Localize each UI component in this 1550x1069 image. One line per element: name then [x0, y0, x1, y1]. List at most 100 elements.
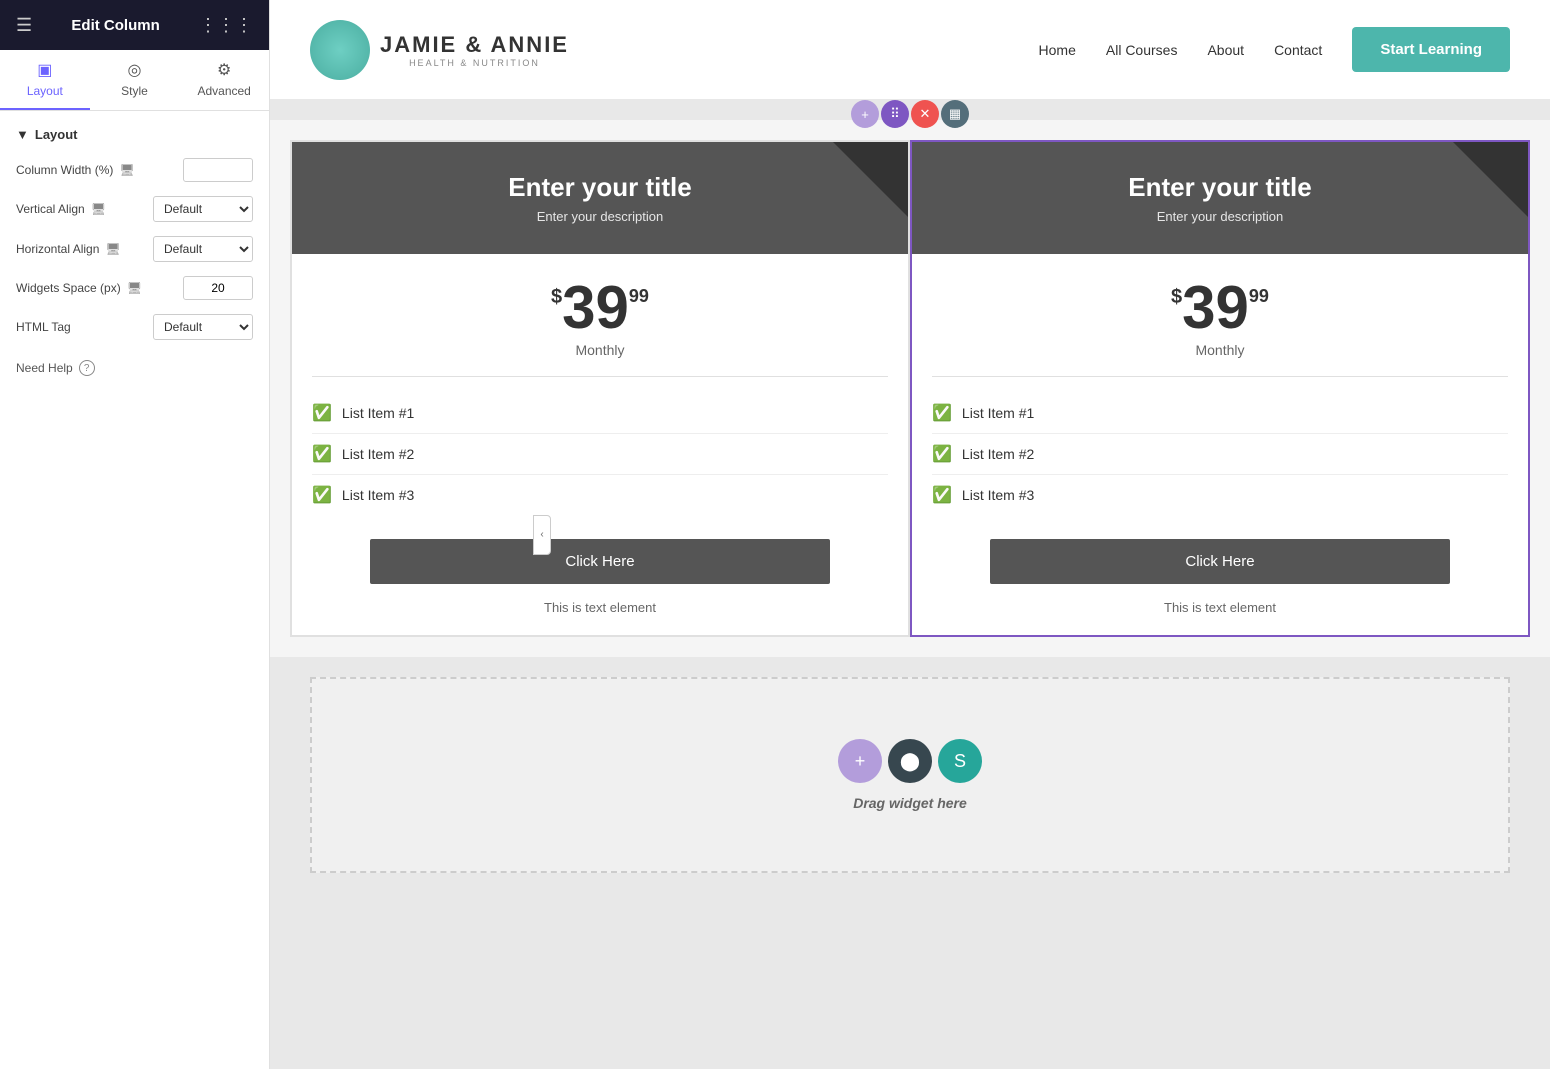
- card-2-footer: This is text element: [912, 600, 1528, 635]
- top-bar: ☰ Edit Column ⋮⋮⋮: [0, 0, 269, 50]
- layout-section-label: Layout: [35, 127, 78, 142]
- add-widget-button[interactable]: +: [838, 739, 882, 783]
- card-2-dollar: $: [1171, 286, 1182, 309]
- card-2-period: Monthly: [932, 342, 1508, 358]
- empty-section: + ⬤ S Drag widget here: [310, 677, 1510, 873]
- toolbar-close-button[interactable]: ✕: [911, 100, 939, 128]
- card-1-btn-area: Click Here: [292, 523, 908, 600]
- vertical-align-label: Vertical Align 🖥: [16, 202, 145, 216]
- card-1-price-area: $ 39 99 Monthly: [292, 254, 908, 368]
- canvas-area: JAMIE & ANNIE HEALTH & NUTRITION Home Al…: [270, 0, 1550, 1069]
- tabs-bar: ▣ Layout ◎ Style ⚙ Advanced: [0, 50, 269, 111]
- column-width-row: Column Width (%) 🖥: [16, 158, 253, 182]
- list-item-6-text: List Item #3: [962, 487, 1034, 503]
- card-2-divider: [932, 376, 1508, 377]
- card-2-btn-area: Click Here: [912, 523, 1528, 600]
- logo-title: JAMIE & ANNIE: [380, 32, 569, 58]
- horizontal-align-label: Horizontal Align 🖥: [16, 242, 145, 256]
- card-2-cta-button[interactable]: Click Here: [990, 539, 1451, 584]
- tab-advanced-label: Advanced: [197, 84, 250, 98]
- nav-link-courses[interactable]: All Courses: [1106, 42, 1178, 58]
- card-2-price-area: $ 39 99 Monthly: [912, 254, 1528, 368]
- widget-type-button[interactable]: S: [938, 739, 982, 783]
- empty-section-wrapper: + ⬤ S Drag widget here: [270, 657, 1550, 893]
- need-help[interactable]: Need Help ?: [16, 360, 253, 376]
- html-tag-select[interactable]: Default: [153, 314, 253, 340]
- nav-links: Home All Courses About Contact Start Lea…: [1039, 27, 1510, 72]
- floating-toolbar: + ⠿ ✕ ▦: [851, 100, 969, 128]
- card-1-cta-button[interactable]: Click Here: [370, 539, 831, 584]
- tab-style-label: Style: [121, 84, 148, 98]
- nav-link-home[interactable]: Home: [1039, 42, 1076, 58]
- widgets-space-row: Widgets Space (px) 🖥: [16, 276, 253, 300]
- drag-widget-label: Drag widget here: [332, 795, 1488, 811]
- need-help-label: Need Help: [16, 361, 73, 375]
- check-icon-2: ✅: [312, 444, 332, 464]
- toolbar-add-button[interactable]: +: [851, 100, 879, 128]
- card-1-footer: This is text element: [292, 600, 908, 635]
- section-arrow-icon: ▼: [16, 127, 29, 142]
- panel-content: ▼ Layout Column Width (%) 🖥 Vertical Ali…: [0, 111, 269, 1069]
- tab-layout[interactable]: ▣ Layout: [0, 50, 90, 110]
- card-1-title: Enter your title: [312, 172, 888, 203]
- widgets-space-input[interactable]: [183, 276, 253, 300]
- responsive-icon-w: 🖥: [127, 281, 142, 295]
- layout-section-header[interactable]: ▼ Layout: [16, 127, 253, 142]
- drag-icons: + ⬤ S: [332, 739, 1488, 783]
- card-1-header: Enter your title Enter your description …: [292, 142, 908, 254]
- list-item-3-text: List Item #3: [342, 487, 414, 503]
- list-item-2-text: List Item #2: [342, 446, 414, 462]
- list-item-4-text: List Item #1: [962, 405, 1034, 421]
- logo-text-area: JAMIE & ANNIE HEALTH & NUTRITION: [380, 32, 569, 68]
- pricing-section: + ⠿ ✕ ▦ Enter your title Enter your desc…: [270, 120, 1550, 657]
- panel-collapse-button[interactable]: ‹: [533, 515, 551, 555]
- check-icon-1: ✅: [312, 403, 332, 423]
- left-panel: ☰ Edit Column ⋮⋮⋮ ▣ Layout ◎ Style ⚙ Adv…: [0, 0, 270, 1069]
- card-1-divider: [312, 376, 888, 377]
- layout-tab-icon: ▣: [37, 60, 52, 80]
- card-1-period: Monthly: [312, 342, 888, 358]
- grid-icon[interactable]: ⋮⋮⋮: [199, 15, 253, 36]
- tab-layout-label: Layout: [27, 84, 63, 98]
- card-1-dollar: $: [551, 286, 562, 309]
- column-width-input[interactable]: [183, 158, 253, 182]
- card-2-list: ✅ List Item #1 ✅ List Item #2 ✅ List Ite…: [912, 385, 1528, 523]
- check-icon-4: ✅: [932, 403, 952, 423]
- panel-title: Edit Column: [71, 17, 159, 34]
- navbar: JAMIE & ANNIE HEALTH & NUTRITION Home Al…: [270, 0, 1550, 100]
- card-1-cents: 99: [629, 286, 649, 307]
- check-icon-6: ✅: [932, 485, 952, 505]
- horizontal-align-row: Horizontal Align 🖥 Default: [16, 236, 253, 262]
- toolbar-move-button[interactable]: ⠿: [881, 100, 909, 128]
- logo-subtitle: HEALTH & NUTRITION: [380, 58, 569, 68]
- check-icon-5: ✅: [932, 444, 952, 464]
- list-item: ✅ List Item #2: [932, 434, 1508, 475]
- tab-style[interactable]: ◎ Style: [90, 50, 180, 110]
- list-item: ✅ List Item #1: [312, 393, 888, 434]
- widget-folder-button[interactable]: ⬤: [888, 739, 932, 783]
- nav-link-contact[interactable]: Contact: [1274, 42, 1322, 58]
- tab-advanced[interactable]: ⚙ Advanced: [179, 50, 269, 110]
- list-item: ✅ List Item #3: [932, 475, 1508, 515]
- logo-wrapper: JAMIE & ANNIE HEALTH & NUTRITION: [310, 20, 569, 80]
- horizontal-align-select[interactable]: Default: [153, 236, 253, 262]
- vertical-align-select[interactable]: Default: [153, 196, 253, 222]
- start-learning-button[interactable]: Start Learning: [1352, 27, 1510, 72]
- list-item-1-text: List Item #1: [342, 405, 414, 421]
- pricing-card-2[interactable]: Enter your title Enter your description …: [910, 140, 1530, 637]
- column-width-label: Column Width (%) 🖥: [16, 163, 175, 177]
- check-icon-3: ✅: [312, 485, 332, 505]
- card-1-amount: 39: [562, 278, 629, 338]
- pricing-card-1[interactable]: Enter your title Enter your description …: [290, 140, 910, 637]
- hamburger-icon[interactable]: ☰: [16, 15, 32, 36]
- card-2-amount: 39: [1182, 278, 1249, 338]
- html-tag-label: HTML Tag: [16, 320, 145, 334]
- drag-widget-area: + ⬤ S Drag widget here: [332, 739, 1488, 811]
- widgets-space-label: Widgets Space (px) 🖥: [16, 281, 175, 295]
- card-2-price-row: $ 39 99: [932, 278, 1508, 338]
- nav-link-about[interactable]: About: [1207, 42, 1244, 58]
- toolbar-widget-button[interactable]: ▦: [941, 100, 969, 128]
- list-item: ✅ List Item #2: [312, 434, 888, 475]
- list-item: ✅ List Item #1: [932, 393, 1508, 434]
- logo-circle: [310, 20, 370, 80]
